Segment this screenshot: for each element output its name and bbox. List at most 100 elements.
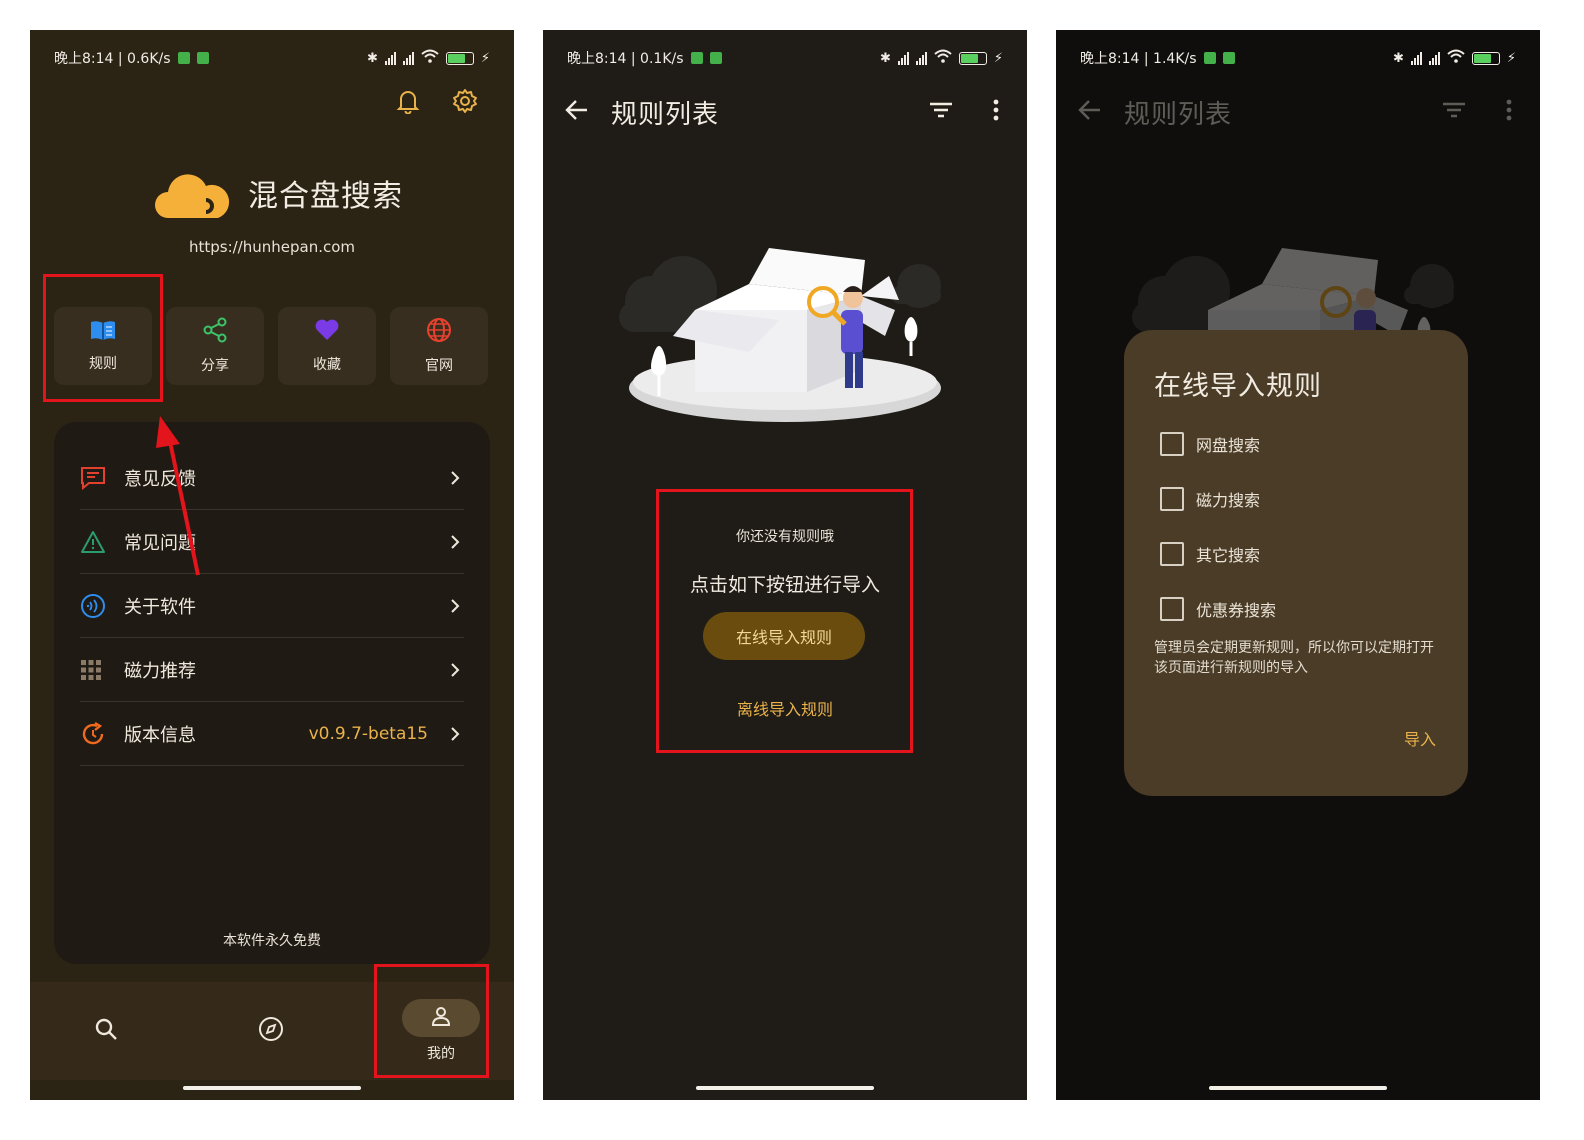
cloud-logo-icon xyxy=(154,160,232,226)
signal-icon xyxy=(384,51,396,65)
bluetooth-icon: ✱ xyxy=(879,50,891,66)
status-time: 晚上8:14 | 1.4K/s xyxy=(1080,51,1197,67)
signal-icon xyxy=(1410,51,1422,65)
nav-search[interactable] xyxy=(70,982,142,1080)
android-icon xyxy=(709,52,722,64)
chevron-right-icon xyxy=(446,470,464,486)
shortcut-label: 官网 xyxy=(425,358,453,374)
warning-icon xyxy=(80,530,124,554)
wifi-icon xyxy=(421,49,439,67)
menu-item-about[interactable]: 关于软件 xyxy=(80,574,464,638)
charging-icon: ⚡ xyxy=(1506,50,1516,66)
highlight-box xyxy=(374,964,489,1078)
import-button[interactable]: 导入 xyxy=(1404,726,1436,750)
import-dialog: 在线导入规则 网盘搜索 磁力搜索 其它搜索 优惠券搜索 管理员会定期更新规则，所… xyxy=(1124,330,1468,796)
refresh-icon xyxy=(80,721,124,747)
menu-label: 关于软件 xyxy=(124,596,196,618)
shortcut-website[interactable]: 官网 xyxy=(390,307,488,385)
checkbox[interactable] xyxy=(1160,487,1184,511)
menu-card: 意见反馈 常见问题 关于软件 磁力推荐 版本信息 v0.9.7-beta15 本… xyxy=(54,422,490,964)
filter-icon[interactable] xyxy=(929,101,953,123)
app-bar: 规则列表 xyxy=(1056,86,1540,138)
charging-icon: ⚡ xyxy=(480,50,490,66)
option-coupon[interactable]: 优惠券搜索 xyxy=(1160,595,1276,623)
shortcut-label: 分享 xyxy=(201,358,229,374)
version-value: v0.9.7-beta15 xyxy=(308,723,428,744)
phone-screen-profile: 晚上8:14 | 0.6K/s ✱ ⚡ 混合盘搜索 https://hunhep… xyxy=(30,30,514,1100)
bluetooth-icon: ✱ xyxy=(1392,50,1404,66)
bell-icon[interactable] xyxy=(396,88,420,118)
notification-icon xyxy=(177,52,190,64)
option-other[interactable]: 其它搜索 xyxy=(1160,540,1260,568)
chevron-right-icon xyxy=(446,726,464,742)
chevron-right-icon xyxy=(446,534,464,550)
menu-item-faq[interactable]: 常见问题 xyxy=(80,510,464,574)
status-time: 晚上8:14 | 0.1K/s xyxy=(567,51,684,67)
phone-screen-rules: 晚上8:14 | 0.1K/s ✱ ⚡ 规则列表 你还没有规则哦 点击如下按钮进… xyxy=(543,30,1027,1100)
option-label: 优惠券搜索 xyxy=(1196,601,1277,620)
more-vert-icon[interactable] xyxy=(1506,99,1512,125)
share-icon xyxy=(202,317,228,347)
page-title: 规则列表 xyxy=(1124,99,1233,130)
app-bar: 规则列表 xyxy=(543,86,1027,138)
globe-icon xyxy=(426,317,452,347)
filter-icon[interactable] xyxy=(1442,101,1466,123)
annotation-arrow xyxy=(156,416,200,576)
shortcut-label: 收藏 xyxy=(313,357,341,373)
app-name: 混合盘搜索 xyxy=(248,179,403,214)
android-icon xyxy=(1222,52,1235,64)
shortcut-share[interactable]: 分享 xyxy=(166,307,264,385)
menu-item-version[interactable]: 版本信息 v0.9.7-beta15 xyxy=(80,702,464,766)
gesture-bar[interactable] xyxy=(696,1086,874,1090)
search-icon xyxy=(94,1017,118,1045)
signal-icon xyxy=(1428,51,1440,65)
gesture-bar[interactable] xyxy=(1209,1086,1387,1090)
gear-icon[interactable] xyxy=(452,88,478,118)
battery-icon xyxy=(958,51,987,65)
arrow-left-icon[interactable] xyxy=(565,99,589,125)
notification-icon xyxy=(690,52,703,64)
compass-icon xyxy=(258,1016,284,1046)
heart-icon xyxy=(314,318,340,346)
signal-icon xyxy=(915,51,927,65)
highlight-box xyxy=(656,489,913,753)
free-notice: 本软件永久免费 xyxy=(223,933,321,949)
charging-icon: ⚡ xyxy=(993,50,1003,66)
arrow-left-icon[interactable] xyxy=(1078,99,1102,125)
battery-icon xyxy=(445,51,474,65)
option-netdisk[interactable]: 网盘搜索 xyxy=(1160,430,1260,458)
bluetooth-icon: ✱ xyxy=(366,50,378,66)
wifi-icon xyxy=(1447,49,1465,67)
highlight-box xyxy=(43,274,163,402)
menu-item-magnet[interactable]: 磁力推荐 xyxy=(80,638,464,702)
checkbox[interactable] xyxy=(1160,597,1184,621)
app-url[interactable]: https://hunhepan.com xyxy=(30,238,514,256)
dialog-note: 管理员会定期更新规则，所以你可以定期打开该页面进行新规则的导入 xyxy=(1154,640,1434,676)
option-magnet[interactable]: 磁力搜索 xyxy=(1160,485,1260,513)
menu-item-feedback[interactable]: 意见反馈 xyxy=(80,446,464,510)
wifi-icon xyxy=(934,49,952,67)
checkbox[interactable] xyxy=(1160,542,1184,566)
notification-icon xyxy=(1203,52,1216,64)
signal-icon xyxy=(897,51,909,65)
feedback-icon xyxy=(80,466,124,490)
status-bar: 晚上8:14 | 0.1K/s ✱ ⚡ xyxy=(543,30,1027,86)
signal-icon xyxy=(402,51,414,65)
checkbox[interactable] xyxy=(1160,432,1184,456)
page-title: 规则列表 xyxy=(611,99,720,130)
grid-icon xyxy=(80,659,124,681)
option-label: 其它搜索 xyxy=(1196,546,1261,565)
status-time: 晚上8:14 | 0.6K/s xyxy=(54,51,171,67)
chevron-right-icon xyxy=(446,598,464,614)
info-icon xyxy=(80,593,124,619)
phone-screen-import-dialog: 晚上8:14 | 1.4K/s ✱ ⚡ 规则列表 在线导入规则 网盘搜索 磁力搜… xyxy=(1056,30,1540,1100)
menu-label: 磁力推荐 xyxy=(124,660,196,682)
more-vert-icon[interactable] xyxy=(993,99,999,125)
nav-discover[interactable] xyxy=(235,982,307,1080)
dialog-title: 在线导入规则 xyxy=(1154,371,1322,402)
android-icon xyxy=(196,52,209,64)
menu-label: 版本信息 xyxy=(124,724,196,746)
shortcut-favorites[interactable]: 收藏 xyxy=(278,307,376,385)
gesture-bar[interactable] xyxy=(183,1086,361,1090)
status-bar: 晚上8:14 | 1.4K/s ✱ ⚡ xyxy=(1056,30,1540,86)
